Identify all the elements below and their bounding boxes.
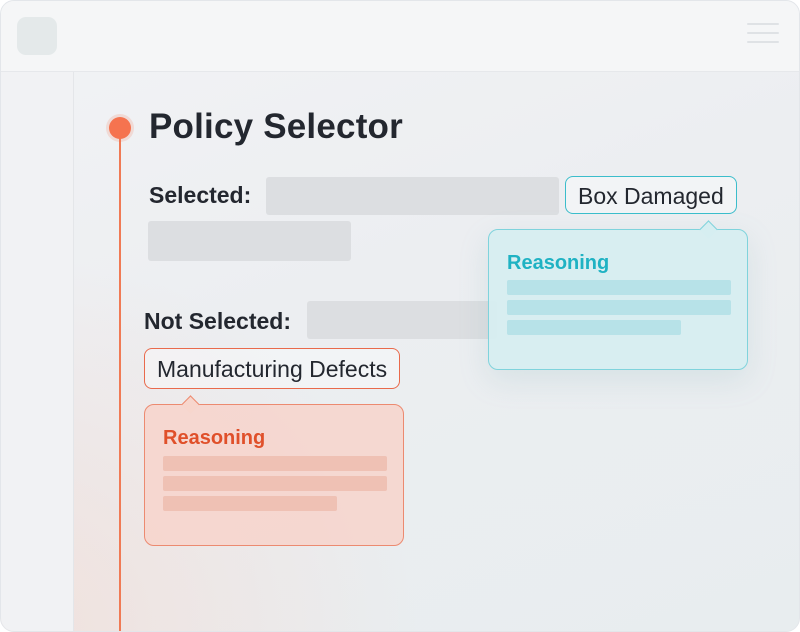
selected-reasoning-title: Reasoning	[507, 252, 610, 274]
reasoning-line	[507, 300, 731, 315]
timeline-dot	[109, 117, 131, 139]
timeline-line	[119, 129, 121, 631]
reasoning-line	[163, 456, 387, 471]
not-selected-text-placeholder	[307, 301, 497, 339]
reasoning-line	[163, 496, 337, 511]
reasoning-line	[507, 280, 731, 295]
selected-reasoning-card: Reasoning	[488, 229, 748, 370]
selected-text-placeholder-2	[148, 221, 351, 261]
top-bar	[1, 1, 799, 72]
reasoning-line	[507, 320, 681, 335]
sidebar	[1, 72, 74, 631]
app-window: Policy Selector Selected: Box Damaged Re…	[0, 0, 800, 632]
page-title: Policy Selector	[149, 107, 403, 146]
not-selected-policy-tag[interactable]: Manufacturing Defects	[144, 348, 401, 389]
hamburger-menu-icon[interactable]	[747, 23, 779, 47]
selected-policy-tag[interactable]: Box Damaged	[565, 176, 737, 214]
not-selected-label: Not Selected:	[144, 308, 291, 334]
selected-text-placeholder	[266, 177, 559, 215]
not-selected-reasoning-title: Reasoning	[163, 427, 266, 449]
selected-label: Selected:	[149, 182, 252, 208]
not-selected-reasoning-card: Reasoning	[144, 404, 404, 546]
app-logo-icon[interactable]	[17, 17, 57, 55]
reasoning-line	[163, 476, 387, 491]
